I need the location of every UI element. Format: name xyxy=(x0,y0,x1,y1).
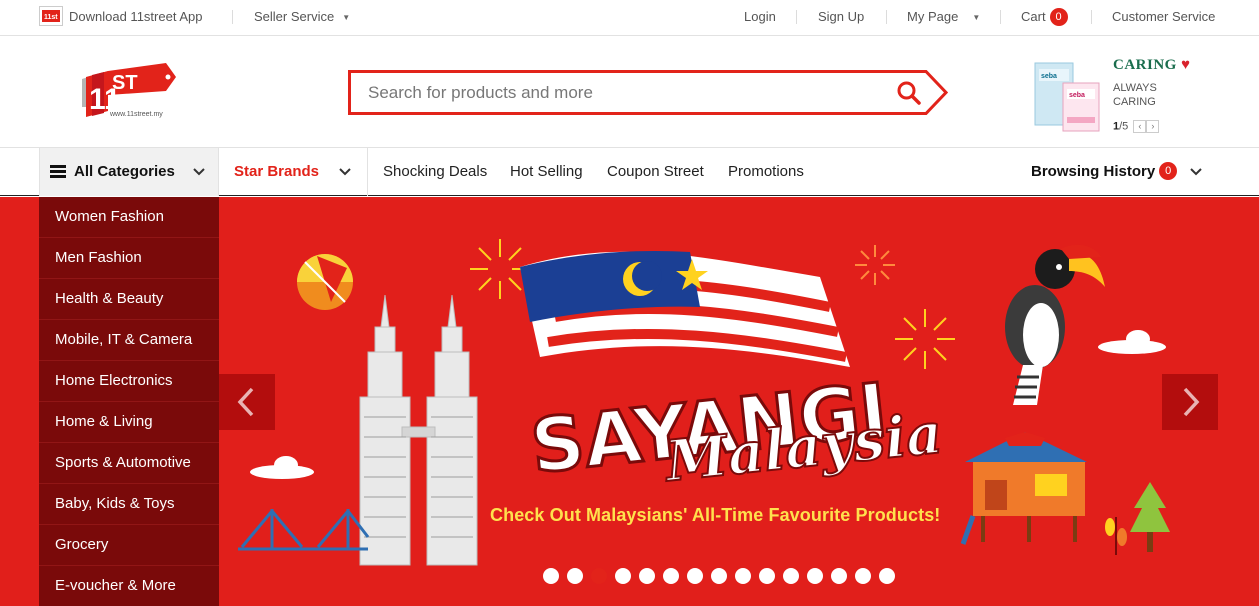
search-input[interactable] xyxy=(350,72,910,113)
login-link[interactable]: Login xyxy=(744,0,776,36)
ad-next-button[interactable]: › xyxy=(1146,120,1160,133)
divider xyxy=(796,10,797,24)
category-item[interactable]: Home & Living xyxy=(39,402,219,443)
category-item[interactable]: E-voucher & More xyxy=(39,566,219,606)
ad-tagline-line: ALWAYS xyxy=(1113,82,1157,94)
kampung-house-illustration xyxy=(960,432,1087,545)
download-app-link[interactable]: 11st Download 11street App xyxy=(39,0,202,36)
cart-count-badge: 0 xyxy=(1049,7,1068,26)
carousel-dot[interactable] xyxy=(759,568,775,584)
chevron-down-icon xyxy=(1190,168,1203,176)
carousel-dot[interactable] xyxy=(543,568,559,584)
cart-label: Cart xyxy=(1021,9,1046,24)
firework-icon xyxy=(855,245,895,285)
cart-link[interactable]: Cart 0 xyxy=(1021,0,1068,36)
divider xyxy=(886,10,887,24)
category-item[interactable]: Home Electronics xyxy=(39,361,219,402)
carousel-dot[interactable] xyxy=(591,568,607,584)
category-item[interactable]: Health & Beauty xyxy=(39,279,219,320)
svg-text:11st: 11st xyxy=(44,14,58,21)
carousel-dot[interactable] xyxy=(855,568,871,584)
carousel-dot[interactable] xyxy=(663,568,679,584)
ad-pager: 1/5 ‹ › xyxy=(1113,120,1160,133)
carousel-dot[interactable] xyxy=(783,568,799,584)
carousel-dot[interactable] xyxy=(687,568,703,584)
carousel-dot[interactable] xyxy=(807,568,823,584)
carousel-pagination xyxy=(543,568,903,584)
chevron-left-icon xyxy=(237,387,254,417)
nav-coupon-street[interactable]: Coupon Street xyxy=(607,148,704,195)
carousel-dot[interactable] xyxy=(711,568,727,584)
caret-down-icon: ▼ xyxy=(342,12,351,22)
tree-icon xyxy=(1130,482,1170,552)
divider xyxy=(1091,10,1092,24)
customer-service-link[interactable]: Customer Service xyxy=(1112,0,1215,36)
category-item[interactable]: Sports & Automotive xyxy=(39,443,219,484)
my-page-label: My Page xyxy=(907,9,959,24)
browsing-history-dropdown[interactable]: Browsing History 0 xyxy=(1031,148,1203,195)
divider xyxy=(1000,10,1001,24)
ad-brand-logo: CARING ♥ xyxy=(1113,57,1191,74)
star-brands-dropdown[interactable]: Star Brands xyxy=(219,148,368,196)
category-item[interactable]: Mobile, IT & Camera xyxy=(39,320,219,361)
my-page-dropdown[interactable]: My Page ▼ xyxy=(907,0,980,36)
caret-down-icon: ▼ xyxy=(972,12,981,22)
ad-prev-button[interactable]: ‹ xyxy=(1133,120,1147,133)
nav-hot-selling[interactable]: Hot Selling xyxy=(510,148,583,195)
search-icon[interactable] xyxy=(896,80,922,106)
carousel-dot[interactable] xyxy=(831,568,847,584)
all-categories-label: All Categories xyxy=(74,163,175,180)
download-app-label: Download 11street App xyxy=(69,9,203,24)
hornbill-illustration xyxy=(1005,244,1105,405)
category-menu: Women Fashion Men Fashion Health & Beaut… xyxy=(39,197,219,606)
divider xyxy=(232,10,233,24)
main-nav: All Categories Star Brands Shocking Deal… xyxy=(0,147,1259,196)
product-image: seba seba xyxy=(1034,62,1100,132)
bridge-illustration xyxy=(238,509,370,551)
carousel-dot[interactable] xyxy=(615,568,631,584)
logo-url: www.11street.my xyxy=(110,111,163,118)
banner-next-button[interactable] xyxy=(1162,374,1218,430)
svg-text:seba: seba xyxy=(1041,73,1057,80)
hero-banner: SAYANGI Malaysia Check Out Malaysians' A… xyxy=(0,197,1259,606)
ad-brand-name: CARING xyxy=(1113,57,1177,73)
browsing-history-label: Browsing History xyxy=(1031,163,1156,180)
app-icon: 11st xyxy=(39,6,63,27)
carousel-dot[interactable] xyxy=(879,568,895,584)
plant-icon xyxy=(1105,517,1127,555)
malaysian-flag-ribbon xyxy=(520,250,850,367)
kite-icon xyxy=(297,254,353,310)
seller-service-dropdown[interactable]: Seller Service ▼ xyxy=(254,0,350,36)
seller-service-label: Seller Service xyxy=(254,9,335,24)
heart-icon: ♥ xyxy=(1176,57,1191,73)
svg-text:ST: ST xyxy=(112,72,138,94)
petronas-towers-illustration xyxy=(359,294,478,566)
star-brands-label: Star Brands xyxy=(234,163,320,180)
svg-text:seba: seba xyxy=(1069,92,1085,99)
carousel-dot[interactable] xyxy=(639,568,655,584)
carousel-dot[interactable] xyxy=(567,568,583,584)
banner-slogan: Check Out Malaysians' All-Time Favourite… xyxy=(490,505,941,525)
nav-shocking-deals[interactable]: Shocking Deals xyxy=(383,148,487,195)
history-count-badge: 0 xyxy=(1159,162,1178,181)
all-categories-button[interactable]: All Categories xyxy=(39,148,219,196)
chevron-right-icon xyxy=(1183,387,1200,417)
site-header: 11 ST www.11street.my seba seba CARING ♥… xyxy=(0,37,1259,147)
nav-promotions[interactable]: Promotions xyxy=(728,148,804,195)
search-bar xyxy=(348,70,948,115)
ad-tagline: ALWAYS CARING xyxy=(1113,81,1157,109)
menu-icon xyxy=(50,165,66,178)
category-item[interactable]: Baby, Kids & Toys xyxy=(39,484,219,525)
category-item[interactable]: Men Fashion xyxy=(39,238,219,279)
header-ad[interactable]: seba seba CARING ♥ ALWAYS CARING 1/5 ‹ › xyxy=(1033,57,1213,139)
signup-link[interactable]: Sign Up xyxy=(818,0,864,36)
ad-page-total: /5 xyxy=(1119,120,1129,133)
ad-tagline-line: CARING xyxy=(1113,96,1156,108)
banner-prev-button[interactable] xyxy=(219,374,275,430)
category-item[interactable]: Grocery xyxy=(39,525,219,566)
top-utility-bar: 11st Download 11street App Seller Servic… xyxy=(0,0,1259,36)
carousel-dot[interactable] xyxy=(735,568,751,584)
category-item[interactable]: Women Fashion xyxy=(39,197,219,238)
